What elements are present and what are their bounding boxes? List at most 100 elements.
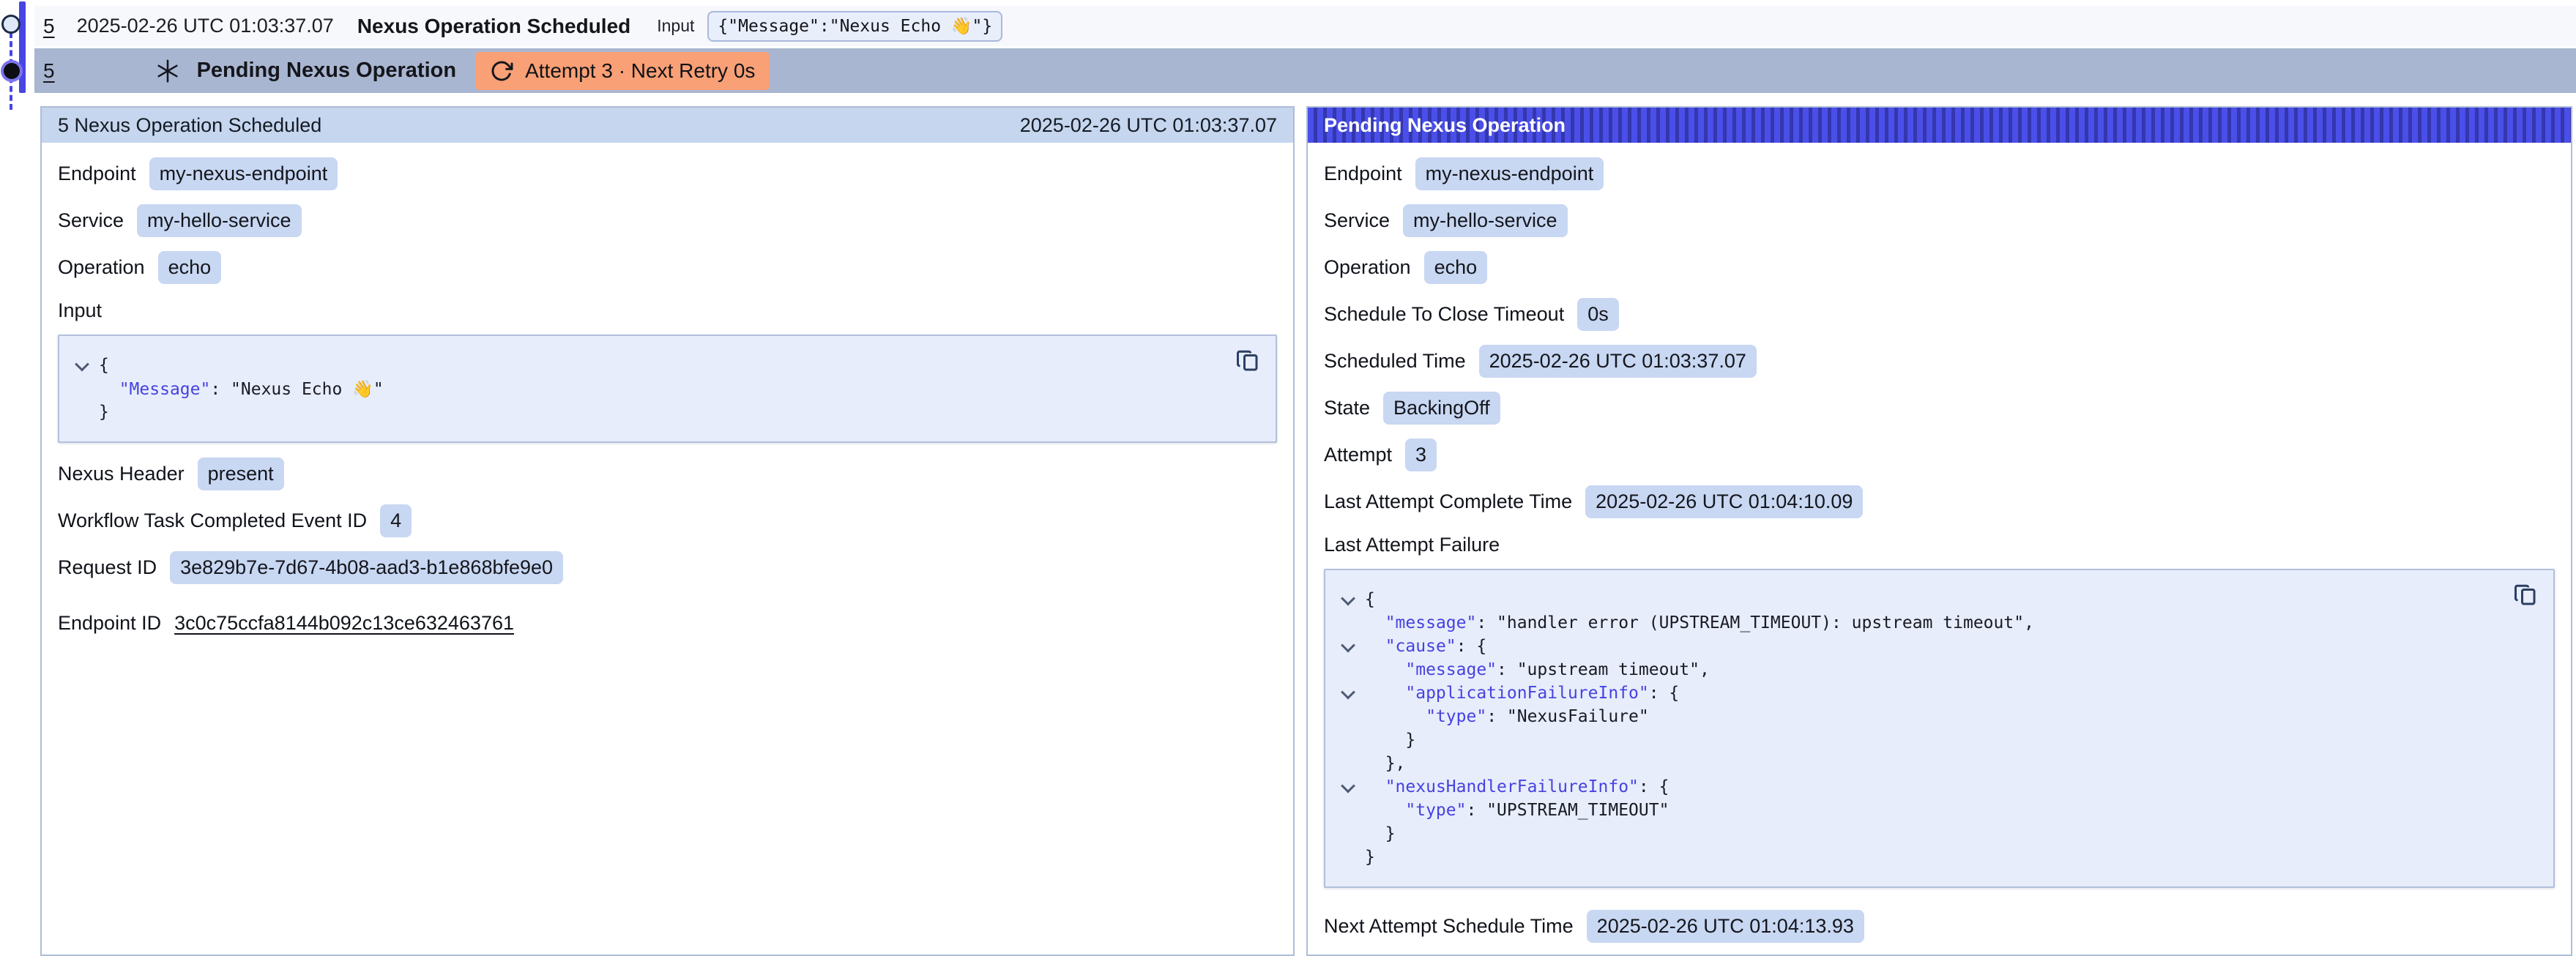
field-label-endpoint-id: Endpoint ID (58, 612, 161, 635)
field-value-badge-service: my-hello-service (1403, 204, 1568, 237)
field-row-operation: Operation echo (1324, 244, 2555, 291)
field-value-badge-operation: echo (158, 251, 222, 284)
field-label-attempt: Attempt (1324, 444, 1392, 466)
collapse-chevron-icon[interactable] (74, 360, 99, 370)
json-line-text: { (99, 356, 109, 375)
json-line: { (74, 354, 1232, 377)
field-label-request-id: Request ID (58, 556, 157, 579)
field-value-badge-last-attempt-complete-time: 2025-02-26 UTC 01:04:10.09 (1585, 485, 1863, 518)
json-line-text: } (1365, 824, 1396, 843)
json-line-text: } (1365, 848, 1375, 867)
field-row-endpoint: Endpoint my-nexus-endpoint (58, 150, 1277, 197)
field-label-last-attempt-complete-time: Last Attempt Complete Time (1324, 490, 1572, 513)
json-line-text: "type": "UPSTREAM_TIMEOUT" (1365, 801, 1669, 820)
field-row-last-attempt-complete-time: Last Attempt Complete Time 2025-02-26 UTC… (1324, 478, 2555, 525)
json-line-text: } (1365, 731, 1415, 750)
json-line: "applicationFailureInfo": { (1340, 681, 2509, 705)
input-section-label: Input (58, 294, 1277, 327)
retry-attempt-badge: Attempt 3 · Next Retry 0s (475, 52, 770, 90)
field-label-state: State (1324, 397, 1370, 419)
json-line-text: "message": "upstream timeout", (1365, 660, 1710, 679)
json-line-text: "nexusHandlerFailureInfo": { (1365, 777, 1669, 796)
failure-json-block: { "message": "handler error (UPSTREAM_TI… (1324, 569, 2555, 888)
event-id-link[interactable]: 5 (43, 15, 55, 38)
json-line-text: "message": "handler error (UPSTREAM_TIME… (1365, 613, 2034, 632)
copy-icon[interactable] (2512, 582, 2539, 608)
pending-operation-row[interactable]: 5 Pending Nexus Operation Attempt 3 · Ne… (34, 48, 2576, 93)
event-timestamp: 2025-02-26 UTC 01:03:37.07 (77, 15, 334, 37)
json-line: "type": "UPSTREAM_TIMEOUT" (1340, 799, 2509, 822)
field-value-badge-scheduled-time: 2025-02-26 UTC 01:03:37.07 (1479, 345, 1757, 378)
field-value-badge-endpoint: my-nexus-endpoint (149, 157, 338, 190)
field-label-service: Service (58, 209, 124, 232)
pending-asterisk-icon (155, 58, 181, 84)
timeline-filled-circle-icon (4, 63, 20, 79)
json-line: "Message": "Nexus Echo 👋" (74, 377, 1232, 400)
event-detail-panel: 5 Nexus Operation Scheduled 2025-02-26 U… (40, 106, 1295, 956)
collapse-chevron-icon[interactable] (1340, 594, 1365, 605)
field-value-badge-endpoint: my-nexus-endpoint (1415, 157, 1604, 190)
failure-section-label: Last Attempt Failure (1324, 528, 2555, 561)
input-label: Input (657, 16, 694, 36)
event-detail-panel-title: 5 Nexus Operation Scheduled (58, 114, 321, 137)
field-row-next-attempt-schedule-time: Next Attempt Schedule Time2025-02-26 UTC… (1324, 903, 2555, 949)
field-row-scheduled-time: Scheduled Time 2025-02-26 UTC 01:03:37.07 (1324, 337, 2555, 384)
pending-event-id-link[interactable]: 5 (43, 59, 55, 83)
workflow-event-history-view: 5 2025-02-26 UTC 01:03:37.07 Nexus Opera… (0, 0, 2576, 956)
pending-operation-panel-header: Pending Nexus Operation (1308, 108, 2571, 143)
input-preview-chip: {"Message":"Nexus Echo 👋"} (707, 11, 1002, 42)
json-line-text: }, (1365, 754, 1405, 773)
field-value-badge-operation: echo (1424, 251, 1488, 284)
field-row-nexus-header: Nexus Header present (58, 450, 1277, 497)
field-value-badge-service: my-hello-service (137, 204, 302, 237)
field-value-link-endpoint-id[interactable]: 3c0c75ccfa8144b092c13ce632463761 (174, 612, 514, 635)
field-value-badge-request-id: 3e829b7e-7d67-4b08-aad3-b1e868bfe9e0 (170, 551, 563, 584)
field-label-endpoint: Endpoint (1324, 163, 1402, 185)
collapse-chevron-icon[interactable] (1340, 688, 1365, 698)
field-row-endpoint-id: Endpoint ID 3c0c75ccfa8144b092c13ce632463… (58, 600, 1277, 646)
json-line-text: "type": "NexusFailure" (1365, 707, 1649, 726)
field-row-operation: Operation echo (58, 244, 1277, 291)
field-row-service: Service my-hello-service (1324, 197, 2555, 244)
field-row-request-id: Request ID 3e829b7e-7d67-4b08-aad3-b1e868… (58, 544, 1277, 591)
field-value-badge-state: BackingOff (1383, 392, 1500, 425)
field-value-badge-nexus-header: present (198, 458, 284, 490)
collapse-chevron-icon[interactable] (1340, 782, 1365, 792)
field-label-endpoint: Endpoint (58, 163, 136, 185)
json-line: { (1340, 588, 2509, 611)
json-line: "nexusHandlerFailureInfo": { (1340, 775, 2509, 799)
field-value-badge-workflow-task-completed-event-id: 4 (380, 504, 412, 537)
field-label-service: Service (1324, 209, 1390, 232)
json-line: "message": "upstream timeout", (1340, 658, 2509, 681)
json-line: "message": "handler error (UPSTREAM_TIME… (1340, 611, 2509, 635)
json-line: } (1340, 822, 2509, 845)
field-row-state: State BackingOff (1324, 384, 2555, 431)
json-line: } (1340, 845, 2509, 869)
field-label-schedule-to-close-timeout: Schedule To Close Timeout (1324, 303, 1564, 326)
field-label-scheduled-time: Scheduled Time (1324, 350, 1466, 373)
field-value-badge-schedule-to-close-timeout: 0s (1577, 298, 1619, 331)
json-line: "cause": { (1340, 635, 2509, 658)
event-summary-row[interactable]: 5 2025-02-26 UTC 01:03:37.07 Nexus Opera… (34, 6, 2576, 46)
json-line-text: "Message": "Nexus Echo 👋" (99, 379, 384, 399)
field-value-badge-next-attempt-schedule-time: 2025-02-26 UTC 01:04:13.93 (1587, 910, 1864, 943)
field-label-nexus-header: Nexus Header (58, 463, 185, 485)
retry-icon (490, 59, 513, 83)
json-line-text: "applicationFailureInfo": { (1365, 684, 1679, 703)
pending-operation-title: Pending Nexus Operation (197, 59, 457, 83)
json-line-text: "cause": { (1365, 637, 1486, 656)
input-json-block: { "Message": "Nexus Echo 👋"} (58, 335, 1277, 443)
event-detail-panel-time: 2025-02-26 UTC 01:03:37.07 (1020, 114, 1277, 137)
collapse-chevron-icon[interactable] (1340, 641, 1365, 651)
pending-operation-panel: Pending Nexus Operation Endpoint my-nexus… (1306, 106, 2572, 956)
field-row-schedule-to-close-timeout: Schedule To Close Timeout 0s (1324, 291, 2555, 337)
json-line: } (1340, 728, 2509, 752)
copy-icon[interactable] (1235, 348, 1261, 374)
pending-operation-panel-title: Pending Nexus Operation (1324, 114, 1566, 137)
field-label-operation: Operation (58, 256, 145, 279)
field-row-workflow-task-completed-event-id: Workflow Task Completed Event ID4 (58, 497, 1277, 544)
field-label-operation: Operation (1324, 256, 1411, 279)
event-title: Nexus Operation Scheduled (357, 15, 630, 38)
field-row-endpoint: Endpoint my-nexus-endpoint (1324, 150, 2555, 197)
json-line-text: } (99, 403, 109, 422)
